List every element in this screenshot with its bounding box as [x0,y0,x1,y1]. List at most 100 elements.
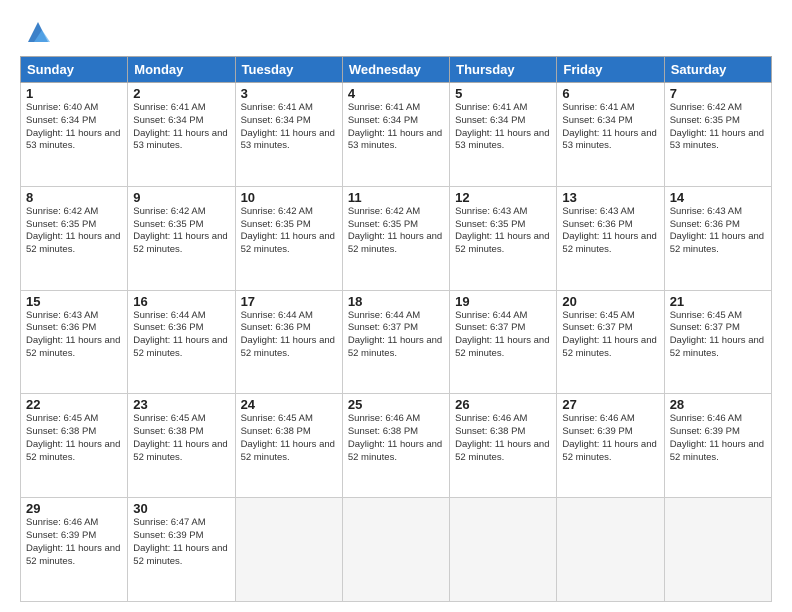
calendar-week-3: 15Sunrise: 6:43 AMSunset: 6:36 PMDayligh… [21,290,772,394]
calendar-cell: 7Sunrise: 6:42 AMSunset: 6:35 PMDaylight… [664,83,771,187]
cell-info: Sunrise: 6:45 AMSunset: 6:38 PMDaylight:… [133,413,229,464]
weekday-monday: Monday [128,57,235,83]
cell-info: Sunrise: 6:44 AMSunset: 6:37 PMDaylight:… [455,310,551,361]
day-number: 4 [348,86,444,101]
logo-icon [24,18,52,46]
day-number: 17 [241,294,337,309]
day-number: 8 [26,190,122,205]
cell-info: Sunrise: 6:43 AMSunset: 6:36 PMDaylight:… [26,310,122,361]
weekday-friday: Friday [557,57,664,83]
calendar-cell [557,498,664,602]
cell-info: Sunrise: 6:44 AMSunset: 6:37 PMDaylight:… [348,310,444,361]
day-number: 15 [26,294,122,309]
calendar-cell: 14Sunrise: 6:43 AMSunset: 6:36 PMDayligh… [664,186,771,290]
weekday-header-row: SundayMondayTuesdayWednesdayThursdayFrid… [21,57,772,83]
cell-info: Sunrise: 6:42 AMSunset: 6:35 PMDaylight:… [670,102,766,153]
calendar-cell: 4Sunrise: 6:41 AMSunset: 6:34 PMDaylight… [342,83,449,187]
cell-info: Sunrise: 6:46 AMSunset: 6:39 PMDaylight:… [562,413,658,464]
cell-info: Sunrise: 6:42 AMSunset: 6:35 PMDaylight:… [348,206,444,257]
cell-info: Sunrise: 6:42 AMSunset: 6:35 PMDaylight:… [26,206,122,257]
calendar-cell: 20Sunrise: 6:45 AMSunset: 6:37 PMDayligh… [557,290,664,394]
calendar-cell: 23Sunrise: 6:45 AMSunset: 6:38 PMDayligh… [128,394,235,498]
calendar-cell: 13Sunrise: 6:43 AMSunset: 6:36 PMDayligh… [557,186,664,290]
cell-info: Sunrise: 6:45 AMSunset: 6:38 PMDaylight:… [241,413,337,464]
day-number: 3 [241,86,337,101]
calendar-cell: 26Sunrise: 6:46 AMSunset: 6:38 PMDayligh… [450,394,557,498]
cell-info: Sunrise: 6:43 AMSunset: 6:35 PMDaylight:… [455,206,551,257]
calendar-cell: 10Sunrise: 6:42 AMSunset: 6:35 PMDayligh… [235,186,342,290]
calendar-cell: 30Sunrise: 6:47 AMSunset: 6:39 PMDayligh… [128,498,235,602]
calendar-cell: 5Sunrise: 6:41 AMSunset: 6:34 PMDaylight… [450,83,557,187]
calendar-cell: 16Sunrise: 6:44 AMSunset: 6:36 PMDayligh… [128,290,235,394]
calendar-cell: 12Sunrise: 6:43 AMSunset: 6:35 PMDayligh… [450,186,557,290]
cell-info: Sunrise: 6:41 AMSunset: 6:34 PMDaylight:… [455,102,551,153]
calendar-cell: 8Sunrise: 6:42 AMSunset: 6:35 PMDaylight… [21,186,128,290]
cell-info: Sunrise: 6:41 AMSunset: 6:34 PMDaylight:… [133,102,229,153]
calendar-cell [342,498,449,602]
day-number: 25 [348,397,444,412]
calendar-cell: 2Sunrise: 6:41 AMSunset: 6:34 PMDaylight… [128,83,235,187]
cell-info: Sunrise: 6:43 AMSunset: 6:36 PMDaylight:… [562,206,658,257]
page: SundayMondayTuesdayWednesdayThursdayFrid… [0,0,792,612]
day-number: 16 [133,294,229,309]
day-number: 26 [455,397,551,412]
day-number: 7 [670,86,766,101]
day-number: 24 [241,397,337,412]
calendar-cell: 15Sunrise: 6:43 AMSunset: 6:36 PMDayligh… [21,290,128,394]
cell-info: Sunrise: 6:44 AMSunset: 6:36 PMDaylight:… [133,310,229,361]
calendar-cell: 18Sunrise: 6:44 AMSunset: 6:37 PMDayligh… [342,290,449,394]
cell-info: Sunrise: 6:45 AMSunset: 6:37 PMDaylight:… [562,310,658,361]
calendar-week-2: 8Sunrise: 6:42 AMSunset: 6:35 PMDaylight… [21,186,772,290]
calendar-cell: 24Sunrise: 6:45 AMSunset: 6:38 PMDayligh… [235,394,342,498]
cell-info: Sunrise: 6:41 AMSunset: 6:34 PMDaylight:… [241,102,337,153]
calendar-cell [450,498,557,602]
day-number: 30 [133,501,229,516]
day-number: 18 [348,294,444,309]
calendar-cell: 9Sunrise: 6:42 AMSunset: 6:35 PMDaylight… [128,186,235,290]
cell-info: Sunrise: 6:47 AMSunset: 6:39 PMDaylight:… [133,517,229,568]
cell-info: Sunrise: 6:46 AMSunset: 6:39 PMDaylight:… [26,517,122,568]
day-number: 6 [562,86,658,101]
day-number: 9 [133,190,229,205]
calendar-cell: 19Sunrise: 6:44 AMSunset: 6:37 PMDayligh… [450,290,557,394]
calendar-cell [664,498,771,602]
cell-info: Sunrise: 6:42 AMSunset: 6:35 PMDaylight:… [241,206,337,257]
cell-info: Sunrise: 6:45 AMSunset: 6:38 PMDaylight:… [26,413,122,464]
weekday-tuesday: Tuesday [235,57,342,83]
day-number: 12 [455,190,551,205]
day-number: 10 [241,190,337,205]
day-number: 13 [562,190,658,205]
day-number: 29 [26,501,122,516]
cell-info: Sunrise: 6:44 AMSunset: 6:36 PMDaylight:… [241,310,337,361]
day-number: 21 [670,294,766,309]
cell-info: Sunrise: 6:42 AMSunset: 6:35 PMDaylight:… [133,206,229,257]
day-number: 11 [348,190,444,205]
day-number: 28 [670,397,766,412]
calendar-cell: 22Sunrise: 6:45 AMSunset: 6:38 PMDayligh… [21,394,128,498]
calendar-cell: 1Sunrise: 6:40 AMSunset: 6:34 PMDaylight… [21,83,128,187]
cell-info: Sunrise: 6:43 AMSunset: 6:36 PMDaylight:… [670,206,766,257]
calendar-cell: 17Sunrise: 6:44 AMSunset: 6:36 PMDayligh… [235,290,342,394]
weekday-wednesday: Wednesday [342,57,449,83]
calendar-cell: 29Sunrise: 6:46 AMSunset: 6:39 PMDayligh… [21,498,128,602]
calendar-cell: 11Sunrise: 6:42 AMSunset: 6:35 PMDayligh… [342,186,449,290]
cell-info: Sunrise: 6:41 AMSunset: 6:34 PMDaylight:… [348,102,444,153]
logo [20,18,52,46]
weekday-saturday: Saturday [664,57,771,83]
calendar-cell: 21Sunrise: 6:45 AMSunset: 6:37 PMDayligh… [664,290,771,394]
calendar-cell: 3Sunrise: 6:41 AMSunset: 6:34 PMDaylight… [235,83,342,187]
day-number: 20 [562,294,658,309]
calendar-table: SundayMondayTuesdayWednesdayThursdayFrid… [20,56,772,602]
calendar-week-5: 29Sunrise: 6:46 AMSunset: 6:39 PMDayligh… [21,498,772,602]
weekday-sunday: Sunday [21,57,128,83]
cell-info: Sunrise: 6:40 AMSunset: 6:34 PMDaylight:… [26,102,122,153]
cell-info: Sunrise: 6:41 AMSunset: 6:34 PMDaylight:… [562,102,658,153]
calendar-cell [235,498,342,602]
day-number: 14 [670,190,766,205]
cell-info: Sunrise: 6:46 AMSunset: 6:38 PMDaylight:… [455,413,551,464]
day-number: 22 [26,397,122,412]
cell-info: Sunrise: 6:46 AMSunset: 6:39 PMDaylight:… [670,413,766,464]
calendar-cell: 25Sunrise: 6:46 AMSunset: 6:38 PMDayligh… [342,394,449,498]
calendar-week-1: 1Sunrise: 6:40 AMSunset: 6:34 PMDaylight… [21,83,772,187]
day-number: 19 [455,294,551,309]
